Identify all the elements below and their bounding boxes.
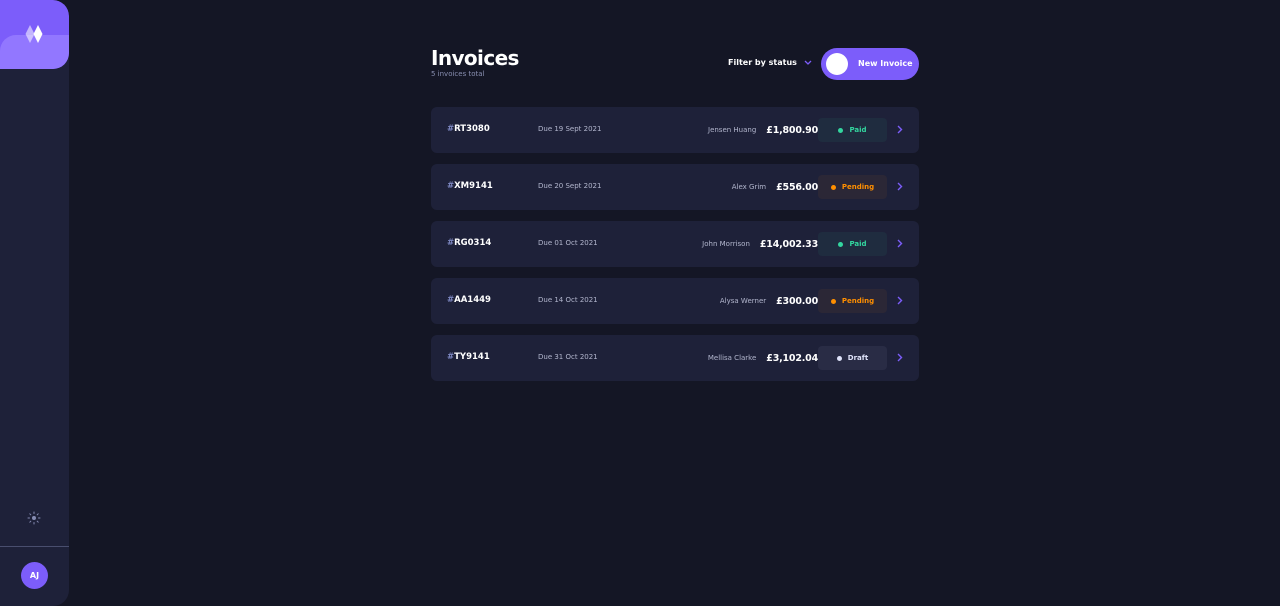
status-badge: Pending [818, 289, 887, 313]
invoice-amount: £300.00 [776, 295, 818, 307]
invoice-id: #RT3080 [447, 124, 490, 134]
invoice-due-date: Due 31 Oct 2021 [538, 353, 598, 361]
status-badge: Pending [818, 175, 887, 199]
new-invoice-label: New Invoice [858, 59, 913, 68]
invoice-due-date: Due 01 Oct 2021 [538, 239, 598, 247]
invoice-client-amount: Jensen Huang £1,800.90 [708, 107, 818, 153]
invoice-client: Mellisa Clarke [707, 354, 757, 362]
chevron-down-icon [804, 60, 812, 65]
chevron-right-icon[interactable] [897, 182, 903, 191]
status-dot [830, 184, 836, 190]
chevron-right-icon[interactable] [897, 239, 903, 248]
invoice-client: Jensen Huang [708, 126, 757, 134]
theme-toggle-button[interactable] [27, 510, 41, 529]
status-label: Draft [847, 354, 869, 362]
status-label: Paid [849, 240, 867, 248]
invoice-id: #AA1449 [447, 295, 491, 305]
invoice-id: #TY9141 [447, 352, 490, 362]
invoice-client-amount: Alysa Werner £300.00 [720, 278, 818, 324]
new-invoice-button[interactable]: New Invoice [821, 48, 919, 80]
invoice-id: #RG0314 [447, 238, 491, 248]
invoice-client: Alysa Werner [719, 297, 767, 305]
invoice-id-value: AA1449 [454, 295, 491, 305]
chevron-right-icon[interactable] [897, 125, 903, 134]
invoice-amount: £1,800.90 [766, 124, 818, 136]
status-label: Pending [841, 297, 875, 305]
invoice-row[interactable]: #RG0314 Due 01 Oct 2021 John Morrison £1… [431, 221, 919, 267]
logo-icon [25, 25, 43, 43]
invoice-due-date: Due 19 Sept 2021 [538, 125, 602, 133]
invoice-count: 5 invoices total [431, 70, 485, 78]
invoice-id-value: XM9141 [454, 181, 493, 191]
sun-icon [27, 511, 41, 525]
status-dot [836, 355, 842, 361]
invoice-row[interactable]: #RT3080 Due 19 Sept 2021 Jensen Huang £1… [431, 107, 919, 153]
sidebar-divider [0, 546, 69, 547]
app-logo[interactable] [0, 0, 69, 69]
invoice-id: #XM9141 [447, 181, 493, 191]
invoice-row[interactable]: #XM9141 Due 20 Sept 2021 Alex Grim £556.… [431, 164, 919, 210]
invoice-due-date: Due 20 Sept 2021 [538, 182, 602, 190]
invoice-client-amount: John Morrison £14,002.33 [702, 221, 818, 267]
invoice-amount: £3,102.04 [766, 352, 818, 364]
status-badge: Draft [818, 346, 887, 370]
chevron-right-icon[interactable] [897, 296, 903, 305]
chevron-right-icon[interactable] [897, 353, 903, 362]
sidebar: AJ [0, 0, 69, 606]
invoice-client-amount: Mellisa Clarke £3,102.04 [708, 335, 818, 381]
invoice-client: Alex Grim [731, 183, 767, 191]
status-badge: Paid [818, 118, 887, 142]
invoice-client: John Morrison [702, 240, 750, 248]
status-badge: Paid [818, 232, 887, 256]
invoice-id-value: TY9141 [454, 352, 490, 362]
status-label: Pending [841, 183, 875, 191]
status-dot [838, 127, 844, 133]
avatar[interactable]: AJ [21, 562, 48, 589]
invoice-client-amount: Alex Grim £556.00 [732, 164, 818, 210]
invoice-amount: £556.00 [776, 181, 818, 193]
invoice-row[interactable]: #TY9141 Due 31 Oct 2021 Mellisa Clarke £… [431, 335, 919, 381]
filter-by-status-dropdown[interactable]: Filter by status [728, 58, 812, 67]
invoice-row[interactable]: #AA1449 Due 14 Oct 2021 Alysa Werner £30… [431, 278, 919, 324]
invoice-id-value: RT3080 [454, 124, 490, 134]
invoice-id-value: RG0314 [454, 238, 492, 248]
invoice-due-date: Due 14 Oct 2021 [538, 296, 598, 304]
filter-label: Filter by status [728, 58, 797, 67]
status-dot [830, 298, 836, 304]
status-label: Paid [849, 126, 867, 134]
status-dot [838, 241, 844, 247]
page-title: Invoices [431, 46, 519, 70]
invoice-list: #RT3080 Due 19 Sept 2021 Jensen Huang £1… [431, 107, 919, 392]
plus-icon [826, 53, 848, 75]
invoice-amount: £14,002.33 [759, 238, 818, 250]
